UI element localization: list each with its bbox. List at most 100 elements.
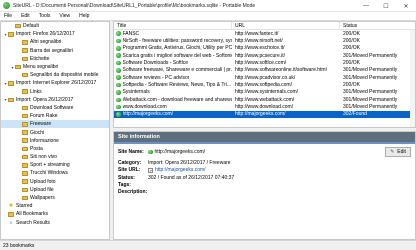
tree-item[interactable]: Giochi <box>1 128 109 136</box>
tree-item-label: Wallpapers <box>30 195 55 202</box>
cell-title: FANSC <box>114 31 232 37</box>
folder-icon <box>22 122 28 127</box>
tree-item[interactable]: Barra dei segnalibri <box>1 47 109 55</box>
tree-item-label: Barra dei segnalibri <box>30 47 74 54</box>
tree-item[interactable]: Upload foto <box>1 178 109 186</box>
tree-item[interactable]: Altri segnalibri <box>1 38 109 46</box>
maximize-button[interactable]: ☐ <box>376 0 396 12</box>
cell-title: Programmi Gratis, Antivirus, Giochi, Uti… <box>114 45 232 51</box>
site-name-value: http://majorgeeks.com/ <box>154 149 206 155</box>
table-row[interactable]: Sysinternals http://www.sysinternals.com/… <box>114 89 415 96</box>
tree-item[interactable]: Wallpapers <box>1 194 109 202</box>
menu-help[interactable]: Help <box>75 13 94 19</box>
table-row[interactable]: FANSC http://www.fantec.it/200/OK <box>114 30 415 37</box>
edit-button[interactable]: ✎ Edit <box>385 147 411 157</box>
table-row[interactable]: Software Downloads - Softlce http://www.s… <box>114 59 415 66</box>
close-button[interactable]: ✕ <box>396 0 416 12</box>
tree-item[interactable]: Download Software <box>1 104 109 112</box>
site-globe-icon <box>116 31 121 36</box>
tree-item[interactable]: Upload file <box>1 186 109 194</box>
column-header-title[interactable]: Title <box>114 22 232 30</box>
tree-item[interactable]: ⌕ Search Results <box>1 219 109 227</box>
site-name-field: Site Name: http://majorgeeks.com/ <box>118 149 205 155</box>
tree-item-label: All Bookmarks <box>16 211 48 218</box>
cell-title: http://majorgeeks.com/ <box>114 111 232 117</box>
site-name-label: Site Name: <box>118 149 144 155</box>
site-url-link[interactable]: http://majorgeeks.com/ <box>155 167 206 173</box>
menu-view[interactable]: View <box>55 13 75 19</box>
site-globe-icon <box>116 90 121 95</box>
tree-item[interactable]: ★ Starred <box>1 202 109 210</box>
tree-item-label: Default <box>23 23 39 30</box>
cell-title: Software reviews - PC advisor <box>114 75 232 81</box>
open-link-icon[interactable]: ↗ <box>148 167 153 173</box>
column-header-url[interactable]: URL <box>232 22 340 30</box>
table-row[interactable]: Programmi Gratis, Antivirus, Giochi, Uti… <box>114 45 415 52</box>
tree-item-label: Starred <box>16 203 33 210</box>
table-row[interactable]: NirSoft - freeware utilities: password r… <box>114 37 415 44</box>
tree-item[interactable]: ▾ Import: Internet Explorer 26/12/2017 <box>1 79 109 87</box>
table-row[interactable]: http://majorgeeks.com/http://majorgeeks.… <box>114 110 415 119</box>
tree-item[interactable]: Trucchi Windows <box>1 169 109 177</box>
status-field: Status: 302 / Found as of 26/12/2017 07:… <box>118 175 234 181</box>
folder-icon <box>8 32 14 37</box>
cell-status: 302/Found <box>343 111 367 118</box>
tags-field: Tags: <box>118 182 148 188</box>
tree-item[interactable]: ▾ Import: Opera 26/12/2017 <box>1 96 109 104</box>
tree-item[interactable]: Segnalibri da dispositivi mobile <box>1 71 109 79</box>
folder-icon <box>22 187 28 193</box>
tree-item[interactable]: Default <box>1 22 109 30</box>
description-label: Description: <box>118 189 148 195</box>
right-pane: Title URL Status FANSC http://www.fantec.… <box>113 21 416 240</box>
tree-item-label: Trucchi Windows <box>30 170 68 177</box>
search-icon: ⌕ <box>9 219 13 226</box>
tree-item-label: Sport + streaming <box>30 162 70 169</box>
cell-title: Sysinternals <box>114 89 232 95</box>
table-row[interactable]: Software freeware, Shareware e commercia… <box>114 67 415 74</box>
site-url-label: Site URL: <box>118 167 141 173</box>
tree-item[interactable]: Links <box>1 88 109 96</box>
tree-item[interactable]: Sport + streaming <box>1 161 109 169</box>
tree-item[interactable]: Informazione <box>1 137 109 145</box>
edit-button-label: Edit <box>397 149 406 155</box>
table-row[interactable]: Webattack.com - download freeware and sh… <box>114 96 415 103</box>
site-globe-icon <box>148 149 153 155</box>
cell-title-text: NirSoft - freeware utilities: password r… <box>122 38 233 45</box>
site-url-field: Site URL: ↗ http://majorgeeks.com/ <box>118 167 206 173</box>
list-rows: FANSC http://www.fantec.it/200/OK NirSoft … <box>114 30 415 119</box>
tree-item[interactable]: Forum Rake <box>1 112 109 120</box>
column-header-status[interactable]: Status <box>340 22 410 30</box>
menu-file[interactable]: File <box>0 13 17 19</box>
tree-item[interactable]: All Bookmarks <box>1 210 109 218</box>
folder-icon <box>8 97 14 103</box>
tree-item[interactable]: Etichette <box>1 55 109 63</box>
tree-item[interactable]: ▾ Import: Firefox 26/12/2017 <box>1 30 109 38</box>
site-globe-icon <box>116 53 121 58</box>
minimize-button[interactable]: — <box>356 0 376 12</box>
cell-title-text: Softpedia - Software Reviews, News, Tips… <box>122 82 232 89</box>
table-row[interactable]: Softpedia - Software Reviews, News, Tips… <box>114 81 415 88</box>
table-row[interactable]: Scarica gratis i migliori software del w… <box>114 52 415 59</box>
tree-item[interactable]: Siti non vivo <box>1 153 109 161</box>
title-bar: SiteURL - D:\Documenti Personali\Downloa… <box>0 0 416 12</box>
tree-item[interactable]: Freeware <box>1 120 109 129</box>
list-scrollbar[interactable] <box>410 30 415 127</box>
description-field: Description: <box>118 189 148 195</box>
folder-icon <box>22 179 28 184</box>
menu-edit[interactable]: Edit <box>17 13 35 19</box>
folder-icon <box>15 23 21 29</box>
cell-status: 200/OK <box>343 38 360 45</box>
menu-tools[interactable]: Tools <box>35 13 56 19</box>
site-globe-icon <box>116 112 121 117</box>
cell-title: Software freeware, Shareware e commercia… <box>114 67 232 73</box>
table-row[interactable]: www.download.com http://www.download.com/… <box>114 103 415 110</box>
cell-url: http://www.webattack.com/ <box>235 96 295 103</box>
tree-item[interactable]: Posta <box>1 145 109 153</box>
folder-icon <box>22 113 28 119</box>
table-row[interactable]: Software reviews - PC advisor http://www.… <box>114 74 415 81</box>
tree-item-label: Segnalibri da dispositivi mobile <box>30 72 99 79</box>
tree-item[interactable]: ▾ Menu segnalibri <box>1 63 109 71</box>
folder-icon <box>22 56 28 62</box>
tree-item-label: Import: Internet Explorer 26/12/2017 <box>16 80 97 87</box>
cell-url: http://www.nirsoft.net/ <box>235 38 283 45</box>
